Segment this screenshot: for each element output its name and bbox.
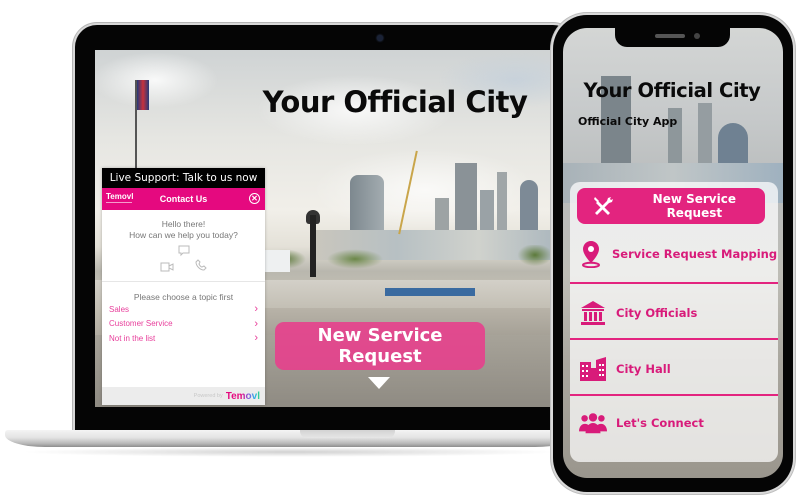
chat-header-title: Contact Us xyxy=(159,194,208,204)
new-service-request-button[interactable]: New Service Request xyxy=(275,322,485,370)
divider xyxy=(102,281,265,282)
primary-action-label: New Service Request xyxy=(652,192,736,220)
chevron-right-icon: › xyxy=(254,303,258,316)
temovl-logo: Temovl xyxy=(106,192,134,201)
topic-prompt: Please choose a topic first xyxy=(133,292,234,302)
menu-item-label: Service Request Mapping xyxy=(612,247,778,261)
menu-divider xyxy=(570,394,778,396)
menu-item-label: City Officials xyxy=(616,306,698,320)
chevron-right-icon: › xyxy=(254,317,258,330)
close-icon[interactable]: ✕ xyxy=(249,193,260,204)
new-service-request-button-mobile[interactable]: New Service Request xyxy=(577,188,765,224)
menu-divider xyxy=(570,282,778,284)
video-camera-icon[interactable] xyxy=(160,262,174,275)
greeting-line-1: Hello there! xyxy=(161,219,206,229)
street-lamp-post xyxy=(310,215,316,277)
chat-greeting: Hello there! How can we help you today? xyxy=(102,219,265,241)
laptop-base xyxy=(5,430,575,447)
speaker-icon xyxy=(655,34,685,38)
page-title: Your Official City xyxy=(262,85,528,119)
topic-not-in-list[interactable]: Not in the list › xyxy=(102,331,265,346)
topic-customer-service[interactable]: Customer Service › xyxy=(102,317,265,332)
menu-item-city-officials[interactable]: City Officials xyxy=(573,293,773,333)
logo-tagline xyxy=(106,202,132,203)
live-chat-widget: Live Support: Talk to us now Temovl Cont… xyxy=(102,168,265,405)
topic-label: Customer Service xyxy=(109,319,173,329)
government-building-icon xyxy=(579,299,607,327)
topic-label: Not in the list xyxy=(109,333,156,343)
menu-item-label: City Hall xyxy=(616,362,671,376)
topic-sales[interactable]: Sales › xyxy=(102,302,265,317)
menu-item-label: Let's Connect xyxy=(616,416,704,430)
chat-footer: Powered by Temovl xyxy=(102,387,265,405)
laptop-shadow xyxy=(20,447,560,457)
topic-label: Sales xyxy=(109,304,130,314)
union-flag xyxy=(137,80,149,110)
tools-icon xyxy=(589,192,617,220)
chat-banner[interactable]: Live Support: Talk to us now xyxy=(102,168,265,188)
users-group-icon xyxy=(579,409,607,437)
trees xyxy=(265,245,555,273)
menu-item-city-hall[interactable]: City Hall xyxy=(573,349,773,389)
boat xyxy=(385,288,475,296)
laptop-camera-icon xyxy=(377,35,383,41)
app-title: Your Official City xyxy=(583,79,761,102)
menu-divider xyxy=(570,338,778,340)
chat-header: Temovl Contact Us ✕ xyxy=(102,188,265,210)
desktop-website: Your Official City Live Support: Talk to… xyxy=(95,50,560,407)
menu-item-lets-connect[interactable]: Let's Connect xyxy=(573,403,773,443)
chat-channel-icons xyxy=(102,241,265,281)
phone-icon[interactable] xyxy=(195,259,207,274)
greeting-line-2: How can we help you today? xyxy=(129,230,238,240)
powered-by-text: Powered by xyxy=(193,393,223,399)
temovl-brand-logo[interactable]: Temovl xyxy=(226,391,260,402)
chat-bubble-icon[interactable] xyxy=(178,245,190,260)
city-buildings-icon xyxy=(579,355,607,383)
front-camera-icon xyxy=(694,33,700,39)
app-subtitle: Official City App xyxy=(578,115,678,128)
menu-item-service-request-mapping[interactable]: Service Request Mapping xyxy=(573,234,777,274)
triangle-down-icon[interactable] xyxy=(368,377,390,389)
map-pin-icon xyxy=(579,240,603,268)
laptop-opening-notch xyxy=(300,430,395,438)
chevron-right-icon: › xyxy=(254,332,258,345)
